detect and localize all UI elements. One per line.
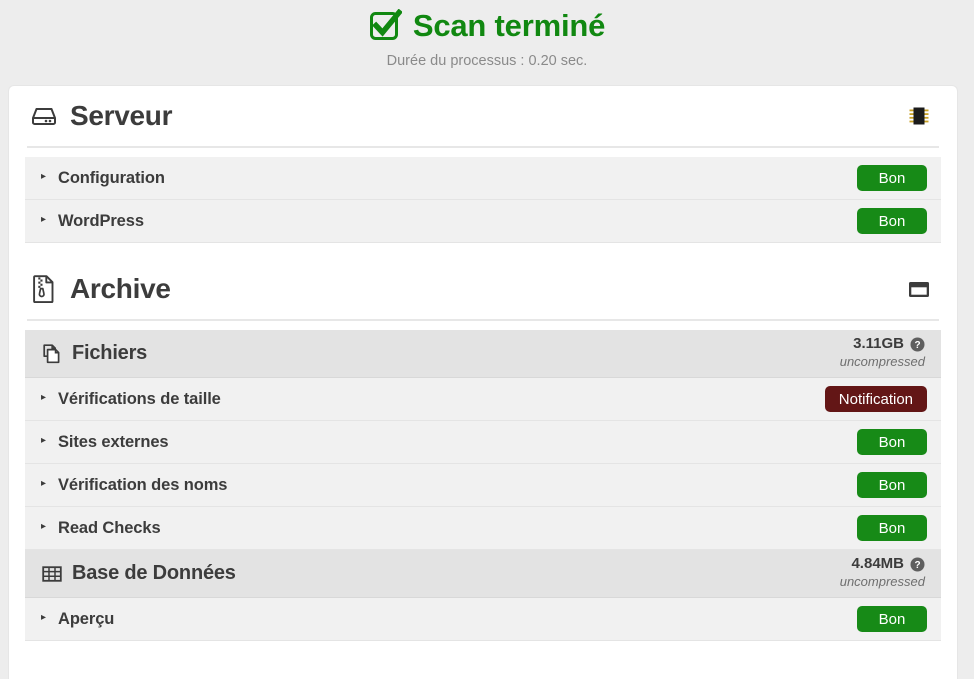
microchip-icon[interactable] — [905, 102, 933, 130]
group-label: Fichiers — [72, 342, 148, 364]
size-note: uncompressed — [839, 353, 925, 369]
scan-status-label: Scan terminé — [412, 8, 606, 43]
chevron-right-icon: ▸ — [41, 392, 47, 403]
size-note: uncompressed — [839, 573, 925, 589]
chevron-right-icon: ▸ — [41, 521, 47, 532]
group-row-base-de-donnees[interactable]: Base de Données 4.84MB ? uncompressed — [25, 550, 941, 598]
archive-size-block: 3.11GB ? uncompressed — [839, 335, 927, 371]
help-circle-icon[interactable]: ? — [910, 557, 925, 572]
database-size-block: 4.84MB ? uncompressed — [839, 555, 927, 591]
row-label: Aperçu — [58, 609, 115, 628]
help-circle-icon[interactable]: ? — [910, 337, 925, 352]
table-grid-icon — [41, 563, 63, 585]
row-sites-externes[interactable]: ▸ Sites externes Bon — [25, 421, 941, 464]
row-label: WordPress — [58, 211, 144, 230]
status-badge: Bon — [857, 606, 927, 632]
group-label: Base de Données — [72, 562, 236, 584]
group-row-fichiers[interactable]: Fichiers 3.11GB ? uncompressed — [25, 330, 941, 378]
row-label: Configuration — [58, 168, 165, 187]
size-value: 4.84MB — [851, 555, 904, 573]
svg-text:?: ? — [914, 560, 920, 571]
row-verifications-de-taille[interactable]: ▸ Vérifications de taille Notification — [25, 378, 941, 421]
row-verification-des-noms[interactable]: ▸ Vérification des noms Bon — [25, 464, 941, 507]
row-apercu[interactable]: ▸ Aperçu Bon — [25, 598, 941, 641]
scan-status-title: Scan terminé — [0, 9, 974, 42]
svg-text:?: ? — [914, 340, 920, 351]
size-value: 3.11GB — [853, 335, 904, 353]
section-divider — [27, 319, 939, 321]
status-badge: Bon — [857, 472, 927, 498]
section-title-archive: Archive — [70, 273, 171, 304]
size-line: 4.84MB ? — [840, 555, 925, 573]
files-copy-icon — [41, 343, 63, 365]
status-badge: Bon — [857, 429, 927, 455]
hard-drive-icon — [29, 100, 59, 132]
row-label: Vérifications de taille — [58, 389, 221, 408]
section-title-serveur: Serveur — [70, 100, 173, 131]
status-badge: Bon — [857, 165, 927, 191]
row-wordpress[interactable]: ▸ WordPress Bon — [25, 200, 941, 243]
chevron-right-icon: ▸ — [41, 612, 47, 623]
scan-header: Scan terminé Durée du processus : 0.20 s… — [0, 0, 974, 69]
size-line: 3.11GB ? — [840, 335, 925, 353]
chevron-right-icon: ▸ — [41, 435, 47, 446]
section-header-serveur: Serveur — [25, 86, 941, 146]
check-square-icon — [369, 9, 402, 42]
serveur-rows: ▸ Configuration Bon ▸ WordPress Bon — [25, 157, 941, 243]
chevron-right-icon: ▸ — [41, 214, 47, 225]
scan-results-page: Scan terminé Durée du processus : 0.20 s… — [0, 0, 974, 679]
chevron-right-icon: ▸ — [41, 171, 47, 182]
file-archive-icon — [29, 273, 59, 305]
section-header-archive: Archive — [25, 259, 941, 319]
row-label: Read Checks — [58, 518, 161, 537]
section-divider — [27, 146, 939, 148]
row-label: Sites externes — [58, 432, 169, 451]
status-badge: Bon — [857, 515, 927, 541]
row-configuration[interactable]: ▸ Configuration Bon — [25, 157, 941, 200]
chevron-right-icon: ▸ — [41, 478, 47, 489]
status-badge: Notification — [824, 386, 927, 412]
status-badge: Bon — [857, 208, 927, 234]
scan-duration-text: Durée du processus : 0.20 sec. — [386, 53, 588, 69]
archive-rows: Fichiers 3.11GB ? uncompressed ▸ Vérific… — [25, 330, 941, 641]
row-read-checks[interactable]: ▸ Read Checks Bon — [25, 507, 941, 550]
row-label: Vérification des noms — [58, 475, 228, 494]
window-icon[interactable] — [905, 275, 933, 303]
results-card: Serveur ▸ Configuration Bon ▸ WordPress … — [8, 85, 958, 679]
